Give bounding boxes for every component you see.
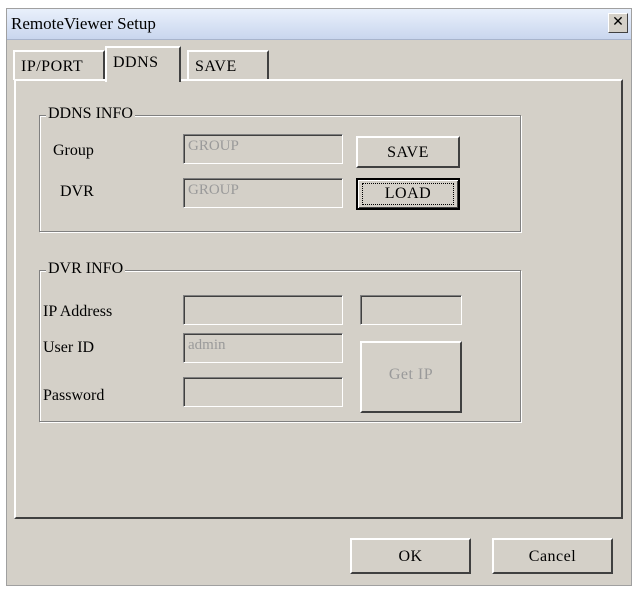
focus-rectangle xyxy=(362,183,454,205)
close-icon: ✕ xyxy=(612,14,624,30)
group-label: Group xyxy=(53,142,94,159)
port-field[interactable] xyxy=(360,295,462,325)
dvr-info-legend: DVR INFO xyxy=(46,260,126,278)
user-id-field[interactable]: admin xyxy=(183,333,343,363)
tab-save[interactable]: SAVE xyxy=(187,50,269,80)
ok-button-label: OK xyxy=(398,548,423,565)
cancel-button[interactable]: Cancel xyxy=(492,538,613,574)
get-ip-button[interactable]: Get IP xyxy=(360,341,462,413)
window-title: RemoteViewer Setup xyxy=(11,14,156,33)
dvr-info-group: DVR INFO IP Address User ID admin Passwo… xyxy=(39,260,521,422)
group-field[interactable]: GROUP xyxy=(183,134,343,164)
remoteviewer-setup-dialog: RemoteViewer Setup ✕ IP/PORT DDNS SAVE D… xyxy=(6,8,632,586)
save-button-label: SAVE xyxy=(387,144,429,161)
ddns-info-group: DDNS INFO Group GROUP SAVE DVR GROUP LOA… xyxy=(39,105,521,232)
ddns-tab-panel: DDNS INFO Group GROUP SAVE DVR GROUP LOA… xyxy=(14,79,623,519)
close-button[interactable]: ✕ xyxy=(608,13,628,33)
dvr-label: DVR xyxy=(60,183,94,200)
get-ip-button-label: Get IP xyxy=(388,366,434,383)
tab-label: IP/PORT xyxy=(21,58,84,75)
load-button[interactable]: LOAD xyxy=(356,178,460,210)
tab-label: SAVE xyxy=(195,58,237,75)
title-bar[interactable]: RemoteViewer Setup ✕ xyxy=(7,9,631,40)
ddns-info-legend: DDNS INFO xyxy=(46,105,135,123)
password-field[interactable] xyxy=(183,377,343,407)
ip-address-label: IP Address xyxy=(43,303,113,320)
ok-button[interactable]: OK xyxy=(350,538,471,574)
save-button[interactable]: SAVE xyxy=(356,136,460,168)
tab-ip-port[interactable]: IP/PORT xyxy=(13,50,105,80)
ip-address-field[interactable] xyxy=(183,295,343,325)
user-id-label: User ID xyxy=(43,339,95,356)
cancel-button-label: Cancel xyxy=(528,548,577,565)
tab-ddns[interactable]: DDNS xyxy=(105,46,181,82)
tab-label: DDNS xyxy=(113,54,159,71)
password-label: Password xyxy=(43,387,105,404)
dvr-field[interactable]: GROUP xyxy=(183,178,343,208)
